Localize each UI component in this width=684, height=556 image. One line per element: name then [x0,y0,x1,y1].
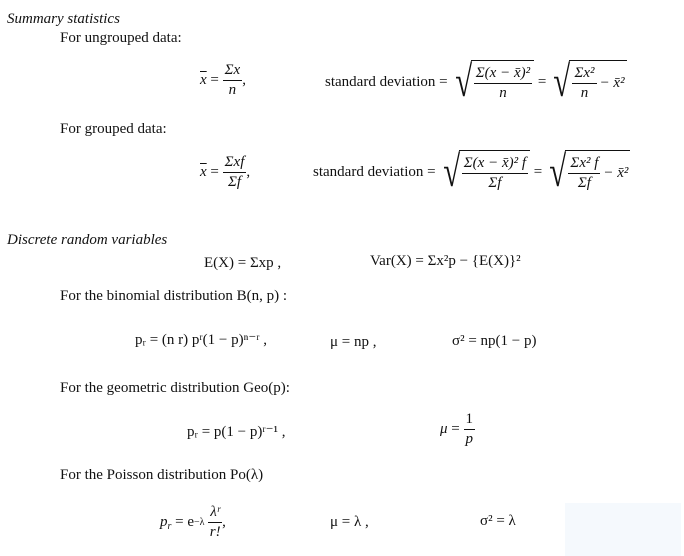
sd1-denominator: Σf [488,175,502,191]
sd-label: standard deviation [325,73,436,90]
poisson-mean-formula: μ = λ , [330,514,369,530]
sd2-tail: − x̄² [599,75,625,91]
mean-numerator: Σxf [222,155,247,173]
variance-formula: Var(X) = Σx²p − {E(X)}² [370,253,521,269]
binomial-mean-formula: μ = np , [330,334,377,350]
mean-numerator: Σx [222,63,243,81]
sd2-numerator: Σx² [572,66,597,84]
poisson-label: For the Poisson distribution Po(λ) [60,467,264,483]
geometric-label: For the geometric distribution Geo(p): [60,380,290,396]
geometric-mu-denominator: p [465,431,474,447]
geometric-mean-formula: μ = 1 p [440,411,475,447]
grouped-sd-formula: standard deviation = √ Σ(x − x̄)² f Σf =… [313,147,631,196]
mean-denominator: Σf [227,174,242,190]
mean-symbol: x [200,164,207,180]
sd1-numerator: Σ(x − x̄)² f [461,156,529,174]
sqrt-1: √ Σ(x − x̄)² f Σf [436,150,531,194]
binomial-pr-formula: pᵣ = (n r) pʳ(1 − p)ⁿ⁻ʳ , [135,332,267,348]
binomial-label: For the binomial distribution B(n, p) : [60,288,288,304]
sqrt-2: √ Σx² f Σf − x̄² [549,147,631,196]
section-heading-summary-statistics: Summary statistics [7,11,120,27]
poisson-denominator: r! [209,524,221,540]
mean-denominator: n [228,82,237,98]
sd1-denominator: n [499,85,507,101]
mean-symbol: x [200,72,207,88]
sqrt-2: √ Σx² n − x̄² [553,57,627,106]
mean-fraction: Σxf Σf [222,155,247,190]
sqrt-1: √ Σ(x − x̄)² n [448,60,535,104]
sd2-tail: − x̄² [603,165,629,181]
sd2-numerator: Σx² f [568,156,601,174]
sd1-numerator: Σ(x − x̄)² [473,66,533,84]
binomial-variance-formula: σ² = np(1 − p) [452,333,537,349]
sd-label: standard deviation [313,163,424,180]
sd2-denominator: n [580,85,589,101]
ungrouped-mean-formula: x = Σx n , [200,62,246,98]
expectation-formula: E(X) = Σxp , [204,255,282,271]
poisson-variance-formula: σ² = λ [480,513,516,529]
mean-fraction: Σx n [222,63,243,98]
sd2-denominator: Σf [577,175,591,191]
geometric-mu-numerator: 1 [463,412,475,430]
poisson-pr-formula: pr = e −λ λʳ r! , [160,504,226,540]
ungrouped-sd-formula: standard deviation = √ Σ(x − x̄)² n = √ … [325,57,627,106]
ungrouped-data-label: For ungrouped data: [60,30,182,46]
geometric-pr-formula: pᵣ = p(1 − p)ʳ⁻¹ , [187,424,286,440]
poisson-numerator: λʳ [208,505,223,523]
grouped-mean-formula: x = Σxf Σf , [200,154,251,190]
shaded-panel [565,503,681,556]
grouped-data-label: For grouped data: [60,121,167,137]
section-heading-discrete-random-variables: Discrete random variables [7,232,168,248]
